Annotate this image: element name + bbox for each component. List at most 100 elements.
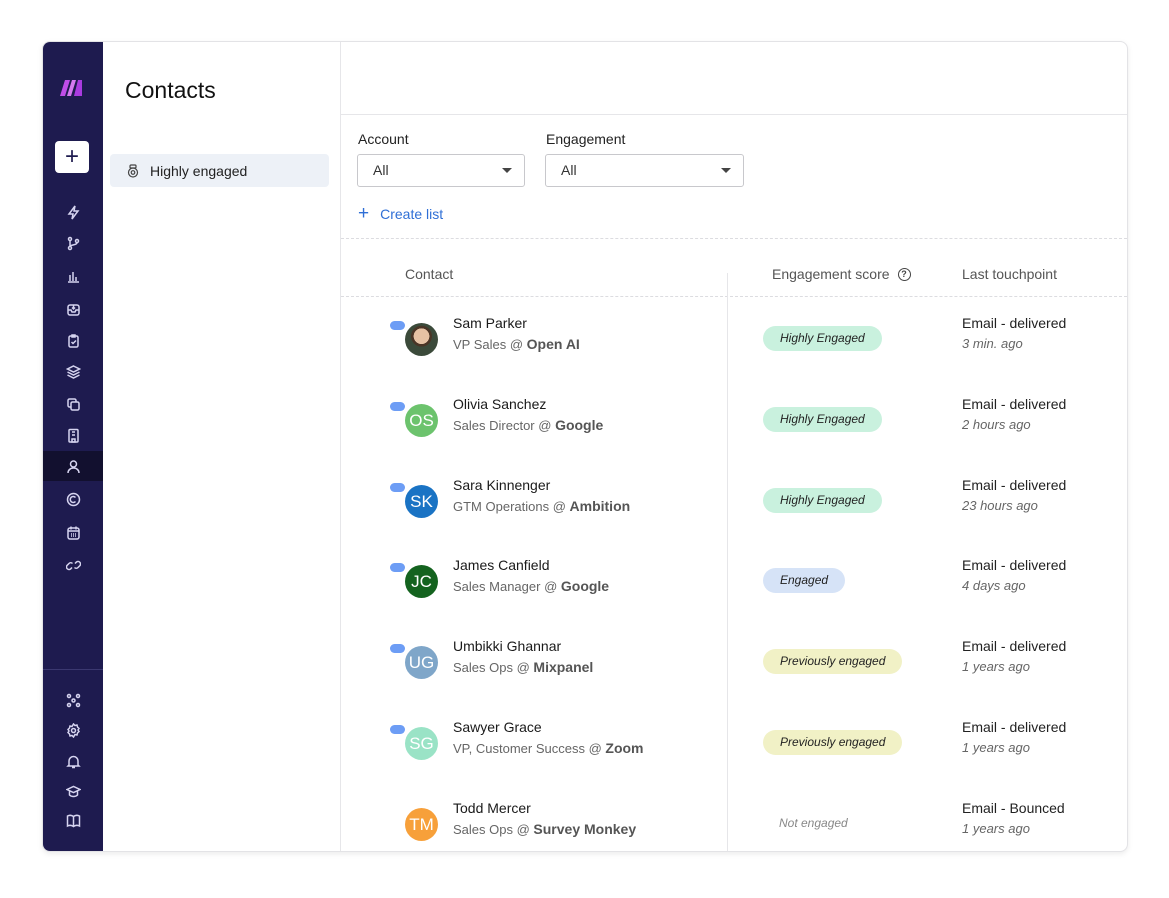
book-icon xyxy=(66,814,80,827)
calendar-icon xyxy=(66,526,80,540)
divider xyxy=(341,238,1127,239)
create-list-button[interactable]: + Create list xyxy=(358,203,443,225)
link-icon xyxy=(65,560,81,570)
contact-title: GTM Operations xyxy=(453,498,550,514)
settings-icon xyxy=(66,722,80,738)
clipboard-icon xyxy=(67,333,79,348)
avatar: JC xyxy=(405,565,438,599)
avatar-initials: OS xyxy=(409,410,434,430)
table-row[interactable]: SK Sara Kinnenger GTM Operations @ Ambitio… xyxy=(341,477,1127,564)
create-button[interactable]: + xyxy=(55,141,89,173)
salesforce-cloud-icon xyxy=(390,482,405,492)
touchpoint-type: Email - delivered xyxy=(962,557,1067,574)
table-row[interactable]: JC James Canfield Sales Manager @ Google En… xyxy=(341,557,1127,644)
rail-item-clipboard[interactable] xyxy=(43,325,103,355)
rail-item-graduation[interactable] xyxy=(43,776,103,806)
chart-icon xyxy=(67,271,79,283)
nav-item-label: Highly engaged xyxy=(150,162,248,179)
rail-item-integrations[interactable] xyxy=(43,685,103,715)
touchpoint-time: 3 min. ago xyxy=(962,336,1023,351)
avatar: OS xyxy=(405,403,438,437)
contact-name[interactable]: James Canfield xyxy=(453,557,550,573)
contact-title: Sales Manager xyxy=(453,579,541,595)
touchpoint-time: 1 years ago xyxy=(962,659,1030,675)
avatar-initials: JC xyxy=(411,572,432,592)
header-touchpoint[interactable]: Last touchpoint xyxy=(962,266,1057,282)
engagement-dropdown[interactable]: All xyxy=(545,154,744,187)
top-bar xyxy=(341,42,1127,115)
rail-item-copy[interactable] xyxy=(43,389,103,419)
contact-company: Survey Monkey xyxy=(533,820,637,837)
caret-down-icon xyxy=(721,168,731,173)
help-icon[interactable]: ? xyxy=(897,267,911,281)
table-row[interactable]: TM Todd Mercer Sales Ops @ Survey Monkey No… xyxy=(341,800,1127,851)
header-engagement[interactable]: Engagement score? xyxy=(772,266,911,282)
table-row[interactable]: OS Olivia Sanchez Sales Director @ Google H… xyxy=(341,396,1127,483)
contact-name[interactable]: Sawyer Grace xyxy=(453,719,542,735)
contact-title: VP Sales xyxy=(453,337,507,352)
salesforce-cloud-icon xyxy=(390,725,405,734)
table-row[interactable]: UG Umbikki Ghannar Sales Ops @ Mixpanel Pre… xyxy=(341,638,1127,725)
engagement-value: All xyxy=(561,162,577,178)
table-row[interactable]: SG Sawyer Grace VP, Customer Success @ Zoo… xyxy=(341,719,1127,806)
touchpoint-time: 4 days ago xyxy=(962,578,1026,594)
engagement-badge: Engaged xyxy=(763,568,846,594)
inbox-icon xyxy=(66,303,80,316)
rail-item-lightning[interactable] xyxy=(43,197,103,227)
rail-item-contacts[interactable] xyxy=(43,451,103,481)
salesforce-cloud-icon xyxy=(390,644,405,654)
avatar-initials: UG xyxy=(408,653,435,673)
contact-name[interactable]: Todd Mercer xyxy=(453,800,531,816)
rail-item-branch[interactable] xyxy=(43,228,103,258)
contact-company: Mixpanel xyxy=(533,659,594,676)
engagement-badge: Highly Engaged xyxy=(763,406,882,432)
salesforce-cloud-icon xyxy=(390,401,405,411)
touchpoint-type: Email - delivered xyxy=(962,315,1067,331)
contact-name[interactable]: Sara Kinnenger xyxy=(453,477,550,493)
avatar: SG xyxy=(405,727,438,760)
header-contact[interactable]: Contact xyxy=(405,266,453,282)
contacts-icon xyxy=(66,459,80,473)
account-dropdown[interactable]: All xyxy=(357,154,525,187)
main-content: Account All Engagement All + Create list … xyxy=(341,42,1127,851)
table-row[interactable]: Sam Parker VP Sales @ Open AI Highly Engag… xyxy=(341,315,1127,402)
avatar: UG xyxy=(405,646,438,680)
rail-item-inbox[interactable] xyxy=(43,294,103,324)
plus-icon: + xyxy=(358,203,370,224)
app-window: + Contacts Highly engaged Account All En… xyxy=(42,41,1128,852)
account-filter-label: Account xyxy=(358,131,409,147)
contact-name[interactable]: Sam Parker xyxy=(453,315,527,331)
avatar-initials: SG xyxy=(409,734,434,753)
avatar: TM xyxy=(405,807,438,841)
contact-name[interactable]: Olivia Sanchez xyxy=(453,396,546,412)
contact-company: Google xyxy=(555,416,604,433)
page-title: Contacts xyxy=(125,77,216,103)
rail-item-settings[interactable] xyxy=(43,715,103,745)
bell-icon xyxy=(65,755,81,768)
contact-company: Open AI xyxy=(526,336,580,352)
rail-item-layers[interactable] xyxy=(43,356,103,386)
rail-item-bell[interactable] xyxy=(43,746,103,776)
rail-item-copyright[interactable] xyxy=(43,484,103,514)
touchpoint-type: Email - delivered xyxy=(962,638,1067,655)
nav-item-highly-engaged[interactable]: Highly engaged xyxy=(110,154,329,187)
touchpoint-type: Email - Bounced xyxy=(962,799,1065,816)
contact-company: Zoom xyxy=(605,740,644,756)
rail-item-chart[interactable] xyxy=(43,261,103,291)
branch-icon xyxy=(67,236,79,250)
contact-name[interactable]: Umbikki Ghannar xyxy=(453,638,561,654)
salesforce-cloud-icon xyxy=(390,563,405,573)
account-value: All xyxy=(373,162,389,178)
contact-title: Sales Ops xyxy=(453,660,513,676)
rail-item-book[interactable] xyxy=(43,805,103,835)
contact-role: Sales Ops @ Survey Monkey xyxy=(453,820,637,837)
divider xyxy=(341,296,1127,297)
contact-role: VP Sales @ Open AI xyxy=(453,336,580,352)
secondary-panel: Contacts Highly engaged xyxy=(103,42,341,851)
rail-item-building[interactable] xyxy=(43,420,103,450)
layers-icon xyxy=(65,364,81,379)
integrations-icon xyxy=(66,693,80,707)
rail-item-calendar[interactable] xyxy=(43,517,103,547)
rail-item-link[interactable] xyxy=(43,550,103,580)
avatar xyxy=(405,323,438,356)
